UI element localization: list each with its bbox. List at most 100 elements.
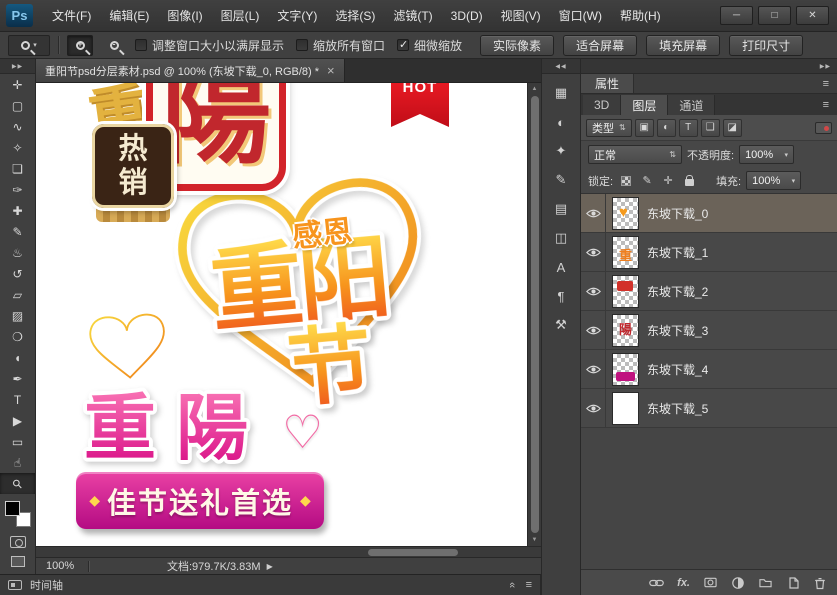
styles-panel-button[interactable]: ✦ bbox=[547, 139, 575, 163]
lasso-tool[interactable]: ∿ bbox=[0, 116, 35, 137]
tab-close-button[interactable]: × bbox=[327, 64, 335, 77]
brush-presets-panel-button[interactable]: ▤ bbox=[547, 197, 575, 221]
zoom-level-field[interactable]: 100% bbox=[36, 560, 88, 572]
vertical-scrollbar[interactable]: ▲ ▼ bbox=[527, 83, 541, 546]
layer-visibility-toggle[interactable] bbox=[581, 233, 606, 271]
scroll-down-icon[interactable]: ▼ bbox=[528, 537, 541, 543]
option-checkbox-2[interactable]: 缩放所有窗口 bbox=[296, 37, 385, 54]
menu-item-11[interactable]: 帮助(H) bbox=[611, 0, 670, 32]
swatches-panel-button[interactable]: ▦ bbox=[547, 81, 575, 105]
add-layer-mask-button[interactable] bbox=[703, 576, 718, 589]
layer-thumbnail[interactable] bbox=[612, 274, 639, 308]
screen-mode-button[interactable] bbox=[10, 556, 25, 567]
option-checkbox-1[interactable]: 调整窗口大小以满屏显示 bbox=[135, 37, 284, 54]
horizontal-scrollbar[interactable] bbox=[36, 546, 541, 557]
crop-tool[interactable]: ❏ bbox=[0, 158, 35, 179]
dodge-tool[interactable]: ◖ bbox=[0, 347, 35, 368]
layer-row-东坡下载_3[interactable]: 东坡下载_3 bbox=[581, 311, 837, 350]
delete-layer-button[interactable] bbox=[813, 576, 827, 590]
brush-panel-button[interactable]: ✎ bbox=[547, 168, 575, 192]
collapse-panels-button[interactable]: ▶▶ bbox=[581, 59, 837, 74]
checkbox-box[interactable] bbox=[397, 38, 410, 51]
checkbox-box[interactable] bbox=[296, 39, 309, 51]
quick-mask-button[interactable] bbox=[9, 536, 26, 548]
layer-row-东坡下载_4[interactable]: 东坡下载_4 bbox=[581, 350, 837, 389]
clone-source-panel-button[interactable]: ◫ bbox=[547, 226, 575, 250]
minimize-button[interactable]: ─ bbox=[720, 6, 753, 25]
layer-thumbnail[interactable] bbox=[612, 391, 639, 425]
path-selection-tool[interactable]: ▶ bbox=[0, 410, 35, 431]
eraser-tool[interactable]: ▱ bbox=[0, 284, 35, 305]
layer-visibility-toggle[interactable] bbox=[581, 272, 606, 310]
layer-thumbnail[interactable] bbox=[612, 235, 639, 269]
new-layer-button[interactable] bbox=[786, 576, 800, 590]
menu-item-5[interactable]: 文字(Y) bbox=[268, 0, 326, 32]
shape-tool[interactable]: ▭ bbox=[0, 431, 35, 452]
filter-shape-layers-icon[interactable]: ❑ bbox=[700, 118, 720, 137]
new-adjustment-layer-button[interactable] bbox=[731, 576, 745, 590]
tool-presets-panel-button[interactable]: ⚒ bbox=[547, 313, 575, 337]
adjustments-panel-button[interactable]: ◐ bbox=[547, 110, 575, 134]
lock-transparent-pixels-button[interactable] bbox=[618, 173, 634, 189]
vertical-scrollbar-thumb[interactable] bbox=[531, 96, 539, 533]
menu-item-10[interactable]: 窗口(W) bbox=[550, 0, 611, 32]
panel-tab-通道[interactable]: 通道 bbox=[668, 95, 716, 115]
fit-screen-button[interactable]: 适合屏幕 bbox=[563, 34, 638, 56]
filter-toggle-switch[interactable] bbox=[815, 121, 832, 134]
filter-type-layers-icon[interactable]: T bbox=[678, 118, 698, 137]
layer-thumbnail[interactable] bbox=[612, 313, 639, 347]
layer-visibility-toggle[interactable] bbox=[581, 389, 606, 427]
checkbox-box[interactable] bbox=[135, 39, 147, 51]
maximize-button[interactable]: □ bbox=[758, 6, 791, 25]
pen-tool[interactable]: ✒ bbox=[0, 368, 35, 389]
layer-row-东坡下载_1[interactable]: 东坡下载_1 bbox=[581, 233, 837, 272]
layers-panel-menu-icon[interactable]: ≡ bbox=[823, 99, 837, 111]
properties-menu-icon[interactable]: ≡ bbox=[823, 78, 837, 90]
eyedropper-tool[interactable]: ✑ bbox=[0, 179, 35, 200]
layer-visibility-toggle[interactable] bbox=[581, 350, 606, 388]
fill-screen-button[interactable]: 填充屏幕 bbox=[646, 34, 721, 56]
foreground-color-swatch[interactable] bbox=[4, 501, 20, 516]
tool-preset-picker[interactable]: ▾ bbox=[8, 34, 50, 56]
new-group-button[interactable] bbox=[758, 576, 773, 589]
healing-brush-tool[interactable]: ✚ bbox=[0, 200, 35, 221]
menu-item-1[interactable]: 文件(F) bbox=[43, 0, 100, 32]
link-layers-button[interactable] bbox=[649, 577, 664, 589]
history-brush-tool[interactable]: ↺ bbox=[0, 263, 35, 284]
layer-row-东坡下载_5[interactable]: 东坡下载_5 bbox=[581, 389, 837, 428]
zoom-out-button[interactable] bbox=[101, 35, 127, 56]
zoom-in-button[interactable] bbox=[67, 34, 93, 56]
menu-item-6[interactable]: 选择(S) bbox=[326, 0, 384, 32]
menu-item-4[interactable]: 图层(L) bbox=[212, 0, 269, 32]
menu-item-2[interactable]: 编辑(E) bbox=[100, 0, 158, 32]
layer-row-东坡下载_0[interactable]: 东坡下载_0 bbox=[581, 194, 837, 233]
rectangular-marquee-tool[interactable]: ▢ bbox=[0, 95, 35, 116]
layer-thumbnail[interactable] bbox=[612, 352, 639, 386]
zoom-tool[interactable]: ⚲ bbox=[0, 473, 35, 494]
filter-adjustment-layers-icon[interactable]: ◐ bbox=[656, 118, 676, 137]
blur-tool[interactable]: ❍ bbox=[0, 326, 35, 347]
lock-image-pixels-button[interactable]: ✎ bbox=[639, 173, 655, 189]
actual-pixels-button[interactable]: 实际像素 bbox=[480, 34, 555, 56]
print-size-button[interactable]: 打印尺寸 bbox=[729, 34, 804, 56]
layer-visibility-toggle[interactable] bbox=[581, 311, 606, 349]
layer-thumbnail[interactable] bbox=[612, 196, 639, 230]
hand-tool[interactable]: ☝ bbox=[0, 452, 35, 473]
blend-mode-select[interactable]: 正常 ⇅ bbox=[588, 145, 682, 164]
horizontal-scrollbar-thumb[interactable] bbox=[368, 549, 458, 556]
lock-all-button[interactable] bbox=[681, 173, 697, 189]
filter-smart-objects-icon[interactable]: ◪ bbox=[722, 118, 742, 137]
clone-stamp-tool[interactable]: ♨ bbox=[0, 242, 35, 263]
menu-item-9[interactable]: 视图(V) bbox=[492, 0, 550, 32]
paragraph-panel-button[interactable]: ¶ bbox=[547, 284, 575, 308]
timeline-menu-icon[interactable]: ≡ bbox=[526, 579, 532, 591]
close-button[interactable]: ✕ bbox=[796, 6, 829, 25]
type-tool[interactable]: T bbox=[0, 389, 35, 410]
lock-position-button[interactable]: ✛ bbox=[660, 173, 676, 189]
canvas[interactable]: 重 陽 热 销 HOT 感恩 重阳 节 重陽 ♡ ◆ 佳节送礼首选 ◆ bbox=[36, 83, 527, 546]
timeline-collapse-icon[interactable]: « bbox=[507, 582, 519, 588]
filter-kind-select[interactable]: 类型 ⇅ bbox=[586, 118, 632, 137]
option-checkbox-3[interactable]: 细微缩放 bbox=[397, 37, 462, 54]
gradient-tool[interactable]: ▨ bbox=[0, 305, 35, 326]
move-tool[interactable]: ✛ bbox=[0, 74, 35, 95]
